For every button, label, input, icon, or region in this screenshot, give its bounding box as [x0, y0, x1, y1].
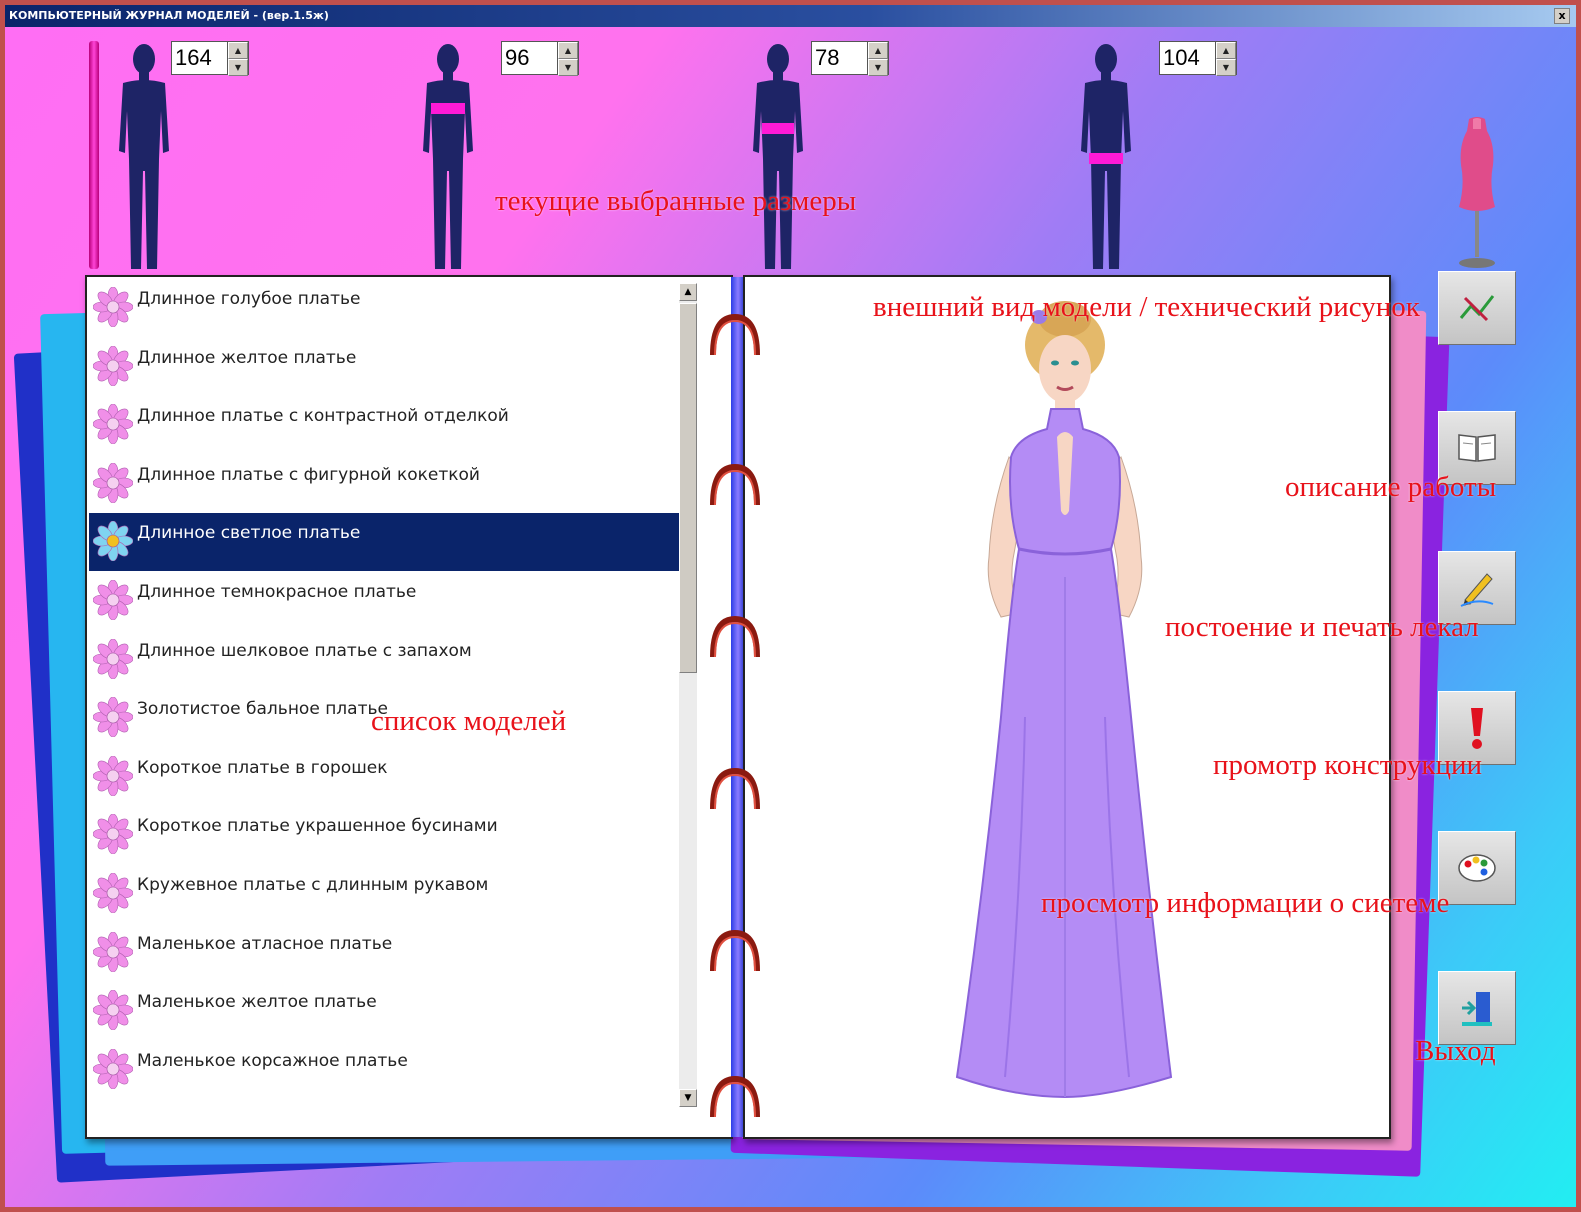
spin-down-icon[interactable]: ▼: [228, 59, 248, 76]
hips-spinner[interactable]: 104 ▲ ▼: [1159, 41, 1237, 76]
scroll-thumb[interactable]: [679, 303, 697, 673]
spin-up-icon[interactable]: ▲: [868, 42, 888, 59]
list-item-label: Длинное платье с контрастной отделкой: [137, 406, 509, 427]
list-item[interactable]: Длинное темнокрасное платье: [89, 572, 679, 630]
annotation-system-info: просмотр информации о сиетеме: [1041, 887, 1450, 919]
bust-spinner[interactable]: 96 ▲ ▼: [501, 41, 579, 76]
binder-ring-icon: [710, 463, 760, 506]
mannequin-waist-icon: [753, 44, 803, 269]
spin-down-icon[interactable]: ▼: [868, 59, 888, 76]
exclamation-icon: [1471, 708, 1483, 749]
list-item[interactable]: Короткое платье украшенное бусинами: [89, 806, 679, 864]
app-window: КОМПЬЮТЕРНЫЙ ЖУРНАЛ МОДЕЛЕЙ - (вер.1.5ж)…: [5, 5, 1576, 1207]
list-item-label: Короткое платье в горошек: [137, 757, 388, 778]
spin-down-icon[interactable]: ▼: [558, 59, 578, 76]
flower-icon: [93, 345, 133, 386]
list-item[interactable]: Маленькое корсажное платье: [89, 1041, 679, 1099]
annotation-patterns: постоение и печать лекал: [1165, 611, 1479, 643]
scroll-down-icon[interactable]: ▼: [679, 1089, 697, 1107]
flower-icon: [93, 873, 133, 913]
list-item-label: Кружевное платье с длинным рукавом: [137, 875, 489, 895]
flower-icon: [93, 404, 133, 445]
binder-ring-icon: [710, 929, 760, 972]
list-item[interactable]: Длинное шелковое платье с запахом: [89, 631, 679, 689]
list-item[interactable]: Кружевное платье с длинным рукавом: [89, 865, 679, 923]
binder-ring-icon: [710, 313, 760, 356]
spin-up-icon[interactable]: ▲: [558, 42, 578, 59]
list-item-label: Золотистое бальное платье: [137, 699, 388, 720]
list-item[interactable]: Длинное платье с контрастной отделкой: [89, 396, 679, 454]
list-item-label: Длинное темнокрасное платье: [137, 582, 417, 602]
bust-value[interactable]: 96: [501, 41, 557, 75]
binder-ring-icon: [710, 767, 760, 810]
flower-icon: [93, 755, 133, 796]
flower-icon: [93, 521, 133, 562]
pencil-icon: [1460, 573, 1494, 607]
list-item-label: Короткое платье украшенное бусинами: [137, 816, 498, 837]
title-bar: КОМПЬЮТЕРНЫЙ ЖУРНАЛ МОДЕЛЕЙ - (вер.1.5ж)…: [5, 5, 1576, 27]
height-spinner[interactable]: 164 ▲ ▼: [171, 41, 249, 76]
close-button[interactable]: x: [1554, 8, 1570, 24]
mannequin-bust-icon: [423, 44, 473, 269]
annotation-appearance: внешний вид модели / технический рисунок: [873, 291, 1420, 323]
exit-door-icon: [1462, 992, 1492, 1026]
list-item[interactable]: Длинное светлое платье: [89, 513, 679, 572]
height-value[interactable]: 164: [171, 41, 227, 75]
mannequin-height-icon: [119, 44, 169, 269]
list-item-label: Длинное голубое платье: [137, 289, 361, 309]
list-item[interactable]: Маленькое желтое платье: [89, 982, 679, 1040]
drawing-icon: [1459, 295, 1495, 322]
spin-down-icon[interactable]: ▼: [1216, 59, 1236, 76]
flower-icon: [93, 814, 133, 855]
list-item[interactable]: Маленькое атласное платье: [89, 924, 679, 982]
annotation-exit: Выход: [1415, 1035, 1496, 1067]
flower-icon: [93, 697, 133, 738]
waist-spinner[interactable]: 78 ▲ ▼: [811, 41, 889, 76]
flower-icon: [93, 580, 133, 620]
waist-value[interactable]: 78: [811, 41, 867, 75]
list-item-label: Маленькое корсажное платье: [137, 1050, 408, 1071]
binder-ring-icon: [710, 1075, 760, 1118]
height-indicator-bar: [89, 41, 99, 269]
dress-model-illustration: [955, 301, 1173, 1099]
binder-ring-icon: [710, 615, 760, 658]
book-icon: [1458, 434, 1496, 462]
system-info-button[interactable]: [1438, 831, 1516, 905]
flower-icon: [93, 638, 133, 679]
list-item[interactable]: Длинное голубое платье: [89, 279, 679, 337]
list-item-label: Маленькое атласное платье: [137, 933, 393, 954]
flower-icon: [93, 931, 133, 972]
annotation-model-list: список моделей: [371, 705, 567, 737]
spin-up-icon[interactable]: ▲: [228, 42, 248, 59]
flower-icon: [93, 287, 133, 327]
list-item-label: Маленькое желтое платье: [137, 992, 377, 1013]
annotation-description: описание работы: [1285, 471, 1497, 503]
list-item-label: Длинное светлое платье: [137, 523, 361, 544]
flower-icon: [93, 462, 133, 503]
list-scrollbar[interactable]: ▲ ▼: [679, 283, 697, 1107]
mannequin-hips-icon: [1081, 44, 1131, 269]
list-item[interactable]: Длинное желтое платье: [89, 338, 679, 396]
spin-up-icon[interactable]: ▲: [1216, 42, 1236, 59]
appearance-button[interactable]: [1438, 271, 1516, 345]
flower-icon: [93, 1048, 133, 1089]
dress-form-icon: [1459, 117, 1495, 268]
annotation-construction: промотр конструкции: [1213, 749, 1483, 781]
list-item-label: Длинное платье с фигурной кокеткой: [137, 464, 480, 485]
exit-button[interactable]: [1438, 971, 1516, 1045]
list-item[interactable]: Короткое платье в горошек: [89, 748, 679, 806]
list-item-label: Длинное желтое платье: [137, 347, 357, 368]
palette-icon: [1458, 854, 1496, 882]
model-view-page: [743, 275, 1391, 1139]
list-item[interactable]: Длинное платье с фигурной кокеткой: [89, 455, 679, 513]
hips-value[interactable]: 104: [1159, 41, 1215, 75]
window-title: КОМПЬЮТЕРНЫЙ ЖУРНАЛ МОДЕЛЕЙ - (вер.1.5ж): [9, 9, 329, 22]
flower-icon: [93, 990, 133, 1031]
scroll-up-icon[interactable]: ▲: [679, 283, 697, 301]
list-item-label: Длинное шелковое платье с запахом: [137, 640, 472, 661]
annotation-sizes: текущие выбранные размеры: [495, 185, 857, 217]
